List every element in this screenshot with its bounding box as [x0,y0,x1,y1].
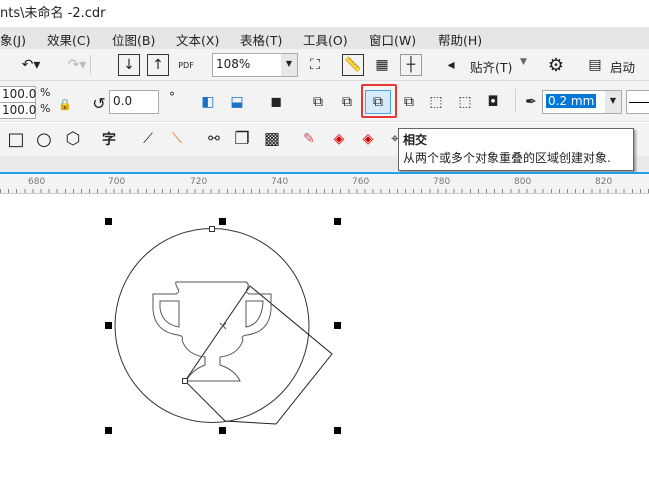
eyedropper-tool-icon[interactable]: ✎ [298,128,320,150]
transparency-tool-icon[interactable]: ▩ [261,128,283,150]
window-title: nts\未命名 -2.cdr [0,0,649,27]
blend-tool-icon[interactable]: ⚯ [203,128,225,150]
handle-bottom[interactable] [219,427,226,434]
handle-top-left[interactable] [105,218,112,225]
launch-button[interactable]: 启动 [610,57,635,76]
handle-top-right[interactable] [334,218,341,225]
menu-table[interactable]: 表格(T) [240,30,282,49]
scale-y-input[interactable]: 100.0 [0,102,36,119]
trophy-shape [152,281,272,382]
guidelines-icon[interactable]: ┼ [400,54,422,76]
grid-icon[interactable]: ▦ [371,54,393,76]
mirror-horizontal-icon[interactable]: ◧ [197,91,219,113]
menu-help[interactable]: 帮助(H) [438,30,482,49]
back-minus-front-icon[interactable]: ⬚ [454,91,476,113]
center-mark-icon [219,322,227,330]
menu-bar: 象(J) 效果(C) 位图(B) 文本(X) 表格(T) 工具(O) 窗口(W)… [0,27,649,49]
mirror-vertical-icon[interactable]: ⬓ [226,91,248,113]
menu-tools[interactable]: 工具(O) [303,30,348,49]
weld-icon[interactable]: ⧉ [307,91,329,113]
node-handle [182,378,188,384]
scale-x-input[interactable]: 100.0 [0,86,36,103]
interactive-fill-icon[interactable]: ◈ [328,128,350,150]
tooltip: 相交 从两个或多个对象重叠的区域创建对象. [398,128,634,171]
snap-off-icon[interactable]: ◂ [440,54,462,76]
import-icon[interactable]: ↓ [118,54,140,76]
pentagon-shape [184,285,333,425]
handle-bottom-right[interactable] [334,427,341,434]
rotate-icon: ↺ [92,93,106,113]
smart-fill-icon[interactable]: ◈ [357,128,379,150]
circle-shape [114,228,310,423]
menu-object[interactable]: 象(J) [0,30,26,49]
polygon-tool-icon[interactable]: ⬡ [62,128,84,150]
trim-icon[interactable]: ⧉ [336,91,358,113]
redo-icon[interactable]: ↷▾ [66,54,88,76]
handle-left[interactable] [105,322,112,329]
tooltip-title: 相交 [403,133,428,147]
ellipse-tool-icon[interactable]: ○ [33,128,55,150]
outline-width-select[interactable]: 0.2 mm ▼ [542,90,622,114]
export-icon[interactable]: ↑ [147,54,169,76]
snap-to-dropdown[interactable]: 贴齐(T) [470,57,512,76]
drop-shadow-tool-icon[interactable]: ❐ [231,128,253,150]
publish-pdf-icon[interactable]: PDF [175,54,197,76]
node-handle [209,226,215,232]
connector-tool-icon[interactable]: ⟍ [166,128,188,150]
combine-icon[interactable]: ◼ [265,91,287,113]
handle-top[interactable] [219,218,226,225]
launch-icon[interactable]: ▤ [584,54,606,76]
intersect-icon[interactable]: ⧉ [365,90,391,114]
options-gear-icon[interactable]: ⚙ [545,54,567,76]
text-tool-icon[interactable]: 字 [98,128,120,150]
simplify-icon[interactable]: ⧉ [398,91,420,113]
tooltip-description: 从两个或多个对象重叠的区域创建对象. [403,151,611,165]
dimension-tool-icon[interactable]: ⟋ [137,128,159,150]
property-bar: 100.0 100.0 % % 🔒 ↺ 0.0 ° ◧ ⬓ ◼ ⧉ ⧉ ⧉ ⧉ … [0,81,649,122]
front-minus-back-icon[interactable]: ⬚ [425,91,447,113]
rotation-input[interactable]: 0.0 [109,90,159,114]
lock-ratio-icon[interactable]: 🔒 [54,93,76,115]
full-screen-icon[interactable]: ⛶ [304,54,326,76]
handle-right[interactable] [334,322,341,329]
standard-toolbar: ↶▾ ↷▾ ↓ ↑ PDF 108% ▼ ⛶ 📏 ▦ ┼ ◂ 贴齐(T) ▼ ⚙ … [0,49,649,81]
horizontal-ruler[interactable]: 680 700 720 740 760 780 800 820 [0,172,649,194]
zoom-level-select[interactable]: 108% ▼ [212,53,298,77]
menu-text[interactable]: 文本(X) [176,30,219,49]
outline-pen-icon: ✒ [525,94,537,110]
menu-bitmap[interactable]: 位图(B) [112,30,155,49]
line-style-select[interactable] [626,90,649,114]
create-boundary-icon[interactable]: ◘ [482,91,504,113]
rulers-icon[interactable]: 📏 [342,54,364,76]
drawing-canvas[interactable] [0,195,649,490]
undo-icon[interactable]: ↶▾ [20,54,42,76]
handle-bottom-left[interactable] [105,427,112,434]
rectangle-tool-icon[interactable]: □ [5,128,27,150]
menu-effects[interactable]: 效果(C) [47,30,90,49]
menu-window[interactable]: 窗口(W) [369,30,416,49]
